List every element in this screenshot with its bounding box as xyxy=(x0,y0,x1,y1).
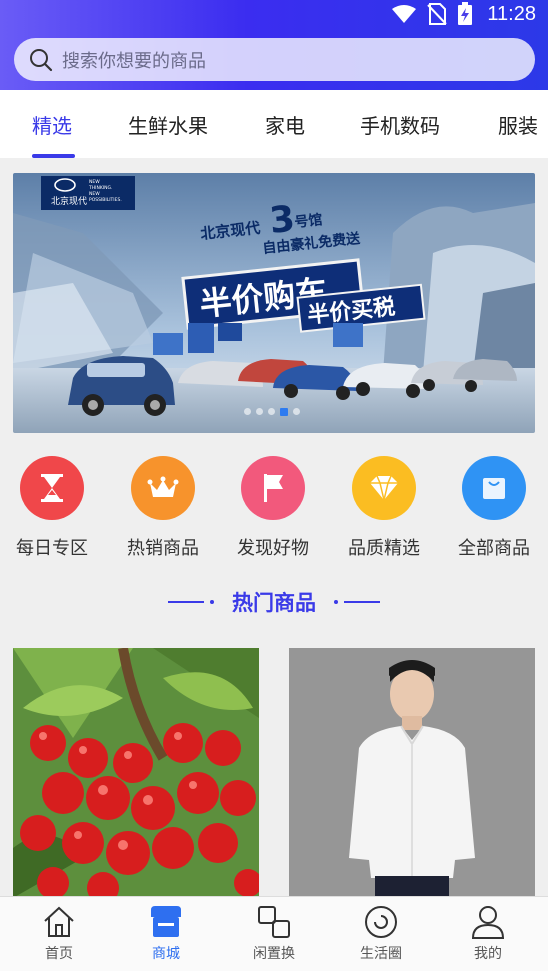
wifi-icon xyxy=(392,5,417,23)
circle-icon xyxy=(365,906,397,938)
tab-fresh-fruit[interactable]: 生鲜水果 xyxy=(128,110,208,139)
banner-dot[interactable] xyxy=(256,408,263,415)
status-bar: 11:28 xyxy=(0,0,548,26)
nav-label: 闲置换 xyxy=(253,946,295,962)
nav-label: 首页 xyxy=(45,946,73,962)
nav-label: 生活圈 xyxy=(360,946,402,962)
banner-dot[interactable] xyxy=(293,408,300,415)
entry-circle xyxy=(241,456,305,520)
nav-store[interactable]: 商城 xyxy=(121,903,211,963)
search-icon xyxy=(30,48,53,71)
entry-label: 热销商品 xyxy=(127,538,199,559)
banner-brand: 北京现代 xyxy=(51,195,87,207)
entry-circle xyxy=(131,456,195,520)
banner-dot[interactable] xyxy=(244,408,251,415)
section-title: 热门商品 xyxy=(0,586,548,618)
user-icon xyxy=(471,906,505,939)
section-title-text: 热门商品 xyxy=(232,590,316,615)
entry-all[interactable]: 全部商品 xyxy=(444,456,544,560)
promo-banner[interactable]: 北京现代 NEW THINKING. NEW POSSIBILITIES. 北京… xyxy=(13,173,535,433)
divider xyxy=(344,601,380,603)
no-sim-icon xyxy=(427,3,448,25)
entry-hot-sale[interactable]: 热销商品 xyxy=(113,456,213,560)
svg-text:THINKING.: THINKING. xyxy=(88,185,112,191)
entry-quality[interactable]: 品质精选 xyxy=(334,456,434,560)
swap-icon xyxy=(258,906,290,938)
cherry-image xyxy=(13,648,259,898)
tab-digital[interactable]: 手机数码 xyxy=(360,110,440,139)
status-time: 11:28 xyxy=(487,2,536,25)
entry-label: 品质精选 xyxy=(348,538,420,559)
entry-circle xyxy=(20,456,84,520)
flag-icon xyxy=(264,474,283,502)
nav-label: 商城 xyxy=(152,946,180,962)
nav-me[interactable]: 我的 xyxy=(443,903,533,963)
search-placeholder: 搜索你想要的商品 xyxy=(62,50,206,72)
banner-line1-suffix: 号馆 xyxy=(294,211,324,231)
diamond-icon xyxy=(370,475,398,501)
banner-dot-active[interactable] xyxy=(280,408,288,416)
svg-text:POSSIBILITIES.: POSSIBILITIES. xyxy=(89,197,122,203)
divider-dot xyxy=(334,600,338,604)
tab-clothing[interactable]: 服装 xyxy=(498,110,538,139)
divider-dot xyxy=(210,600,214,604)
category-tabs: 精选 生鲜水果 家电 手机数码 服装 xyxy=(0,90,548,158)
store-icon xyxy=(151,906,181,937)
search-input[interactable]: 搜索你想要的商品 xyxy=(14,38,535,81)
crown-icon xyxy=(147,476,179,497)
active-tab-indicator xyxy=(32,154,75,158)
product-card-shirt[interactable] xyxy=(289,648,535,898)
bottom-nav: 首页 商城 闲置换 生活圈 我的 xyxy=(0,896,548,971)
home-icon xyxy=(44,906,74,937)
nav-label: 我的 xyxy=(474,946,502,962)
svg-text:NEW: NEW xyxy=(89,191,100,197)
app-header: 11:28 搜索你想要的商品 xyxy=(0,0,548,90)
banner-dot[interactable] xyxy=(268,408,275,415)
nav-life-circle[interactable]: 生活圈 xyxy=(336,903,426,963)
battery-charging-icon xyxy=(458,2,473,25)
svg-text:NEW: NEW xyxy=(89,179,100,185)
product-card-cherries[interactable] xyxy=(13,648,259,898)
entry-circle xyxy=(352,456,416,520)
tab-featured[interactable]: 精选 xyxy=(32,110,72,139)
shirt-model-image xyxy=(289,648,535,898)
divider xyxy=(168,601,204,603)
entry-label: 发现好物 xyxy=(237,538,309,559)
entry-circle xyxy=(462,456,526,520)
nav-swap[interactable]: 闲置换 xyxy=(229,903,319,963)
banner-number: 3 xyxy=(268,199,297,242)
tab-appliances[interactable]: 家电 xyxy=(265,110,305,139)
banner-pagination xyxy=(244,408,300,416)
nav-home[interactable]: 首页 xyxy=(14,903,104,963)
hourglass-icon xyxy=(41,474,63,502)
entry-discover[interactable]: 发现好物 xyxy=(223,456,323,560)
entry-daily[interactable]: 每日专区 xyxy=(2,456,102,560)
quick-entries: 每日专区 热销商品 发现好物 品质精选 全部商品 xyxy=(0,456,548,566)
entry-label: 全部商品 xyxy=(458,538,530,559)
entry-label: 每日专区 xyxy=(16,538,88,559)
bag-icon xyxy=(483,478,505,499)
